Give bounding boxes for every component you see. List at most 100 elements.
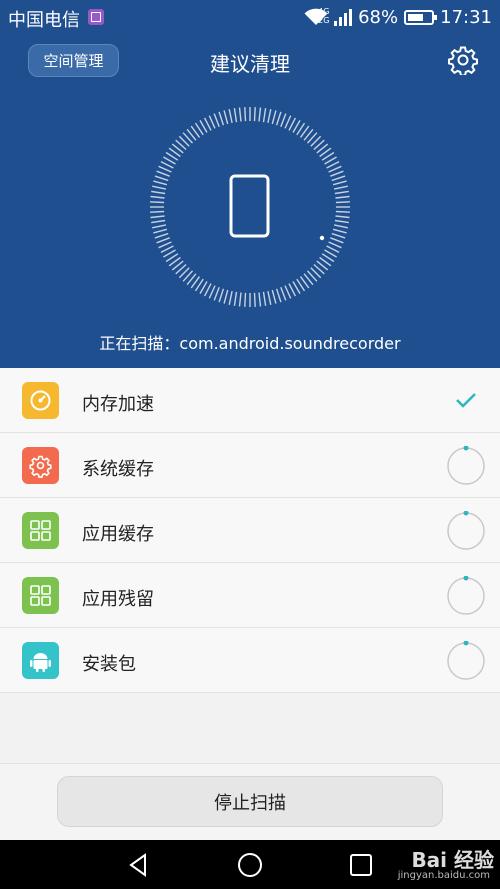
dial-tick [280, 287, 287, 301]
dial-tick [334, 219, 349, 224]
dial-tick [258, 292, 262, 307]
grid-icon [22, 512, 59, 549]
dial-tick [158, 165, 172, 173]
dial-tick [253, 292, 256, 307]
dial-tick [275, 111, 282, 126]
dial-tick [208, 285, 216, 299]
list-item-install-packages[interactable]: 安装包 [0, 628, 500, 693]
dial-tick [233, 291, 238, 306]
item-label: 应用残留 [82, 589, 154, 610]
dial-tick [262, 108, 267, 123]
notification-icon [88, 9, 104, 25]
dial-tick [218, 111, 225, 126]
dial-tick [153, 180, 168, 186]
dial-tick [334, 190, 349, 195]
list-item-memory-boost[interactable]: 内存加速 [0, 368, 500, 433]
page-title: 建议清理 [210, 52, 290, 76]
gear-icon[interactable] [448, 45, 478, 75]
dial-tick [156, 170, 170, 177]
dial-tick [326, 245, 340, 254]
dial-tick [203, 283, 212, 297]
dial-tick [284, 285, 292, 299]
dial-tick [326, 160, 340, 169]
dial-tick [152, 185, 167, 190]
dial-tick [288, 283, 297, 297]
dial-tick [328, 241, 342, 249]
dial-tick [244, 292, 247, 307]
scan-dial [150, 107, 350, 307]
scan-progress-dot [319, 235, 325, 241]
check-icon [456, 393, 476, 408]
dial-tick [233, 108, 238, 123]
dial-tick [333, 224, 348, 229]
dial-tick [253, 107, 256, 122]
dial-tick [271, 289, 277, 304]
dial-tick [333, 185, 348, 190]
gear-icon [22, 447, 59, 484]
list-item-app-cache[interactable]: 应用缓存 [0, 498, 500, 563]
loading-spinner [447, 446, 485, 485]
item-label: 系统缓存 [82, 459, 154, 480]
baidu-watermark: Bai 经验 [411, 848, 494, 872]
loading-spinner [447, 641, 485, 680]
dial-tick [280, 113, 287, 127]
battery-percent: 68% [358, 6, 399, 28]
signal-icon: 4G 2G [318, 7, 353, 26]
phone-icon [229, 174, 270, 238]
dial-tick [150, 195, 165, 199]
dial-tick [213, 113, 220, 127]
clock: 17:31 [440, 6, 492, 28]
loading-spinner [447, 511, 485, 550]
scan-status-text: 正在扫描：com.android.soundrecorder [99, 334, 401, 353]
home-icon[interactable] [237, 852, 263, 878]
grid-icon [22, 577, 59, 614]
dial-tick [154, 232, 169, 239]
dial-tick [238, 292, 242, 307]
android-icon [22, 642, 59, 679]
dial-tick [150, 201, 165, 204]
dial-tick [223, 110, 229, 125]
dial-tick [271, 110, 277, 125]
loading-spinner [447, 576, 485, 615]
dial-tick [228, 290, 233, 305]
list-item-app-residue[interactable]: 应用残留 [0, 563, 500, 628]
dial-tick [332, 180, 347, 186]
dial-tick [335, 215, 350, 219]
dial-tick [228, 109, 233, 124]
dial-tick [203, 117, 212, 131]
dial-tick [332, 228, 347, 234]
stop-scan-button[interactable]: 停止扫描 [57, 776, 443, 827]
dial-tick [275, 288, 282, 303]
dial-tick [154, 175, 169, 182]
dial-tick [158, 241, 172, 249]
recents-icon[interactable] [348, 852, 374, 878]
dial-tick [150, 215, 165, 219]
dial-tick [218, 288, 225, 303]
dial-tick [335, 195, 350, 199]
list-item-system-cache[interactable]: 系统缓存 [0, 433, 500, 498]
dial-tick [156, 237, 170, 244]
dial-tick [223, 289, 229, 304]
navigation-bar: Bai 经验 jingyan.baidu.com [0, 840, 500, 889]
battery-icon [404, 9, 438, 25]
item-label: 内存加速 [82, 394, 154, 415]
dial-tick [328, 165, 342, 173]
dial-tick [335, 210, 350, 213]
footer: 停止扫描 [0, 763, 500, 840]
cleanup-list: 内存加速 系统缓存 应用缓存 应用残留 安装包 [0, 368, 500, 693]
dial-tick [330, 170, 344, 177]
dial-tick [288, 117, 297, 131]
dial-tick [267, 109, 272, 124]
dial-tick [208, 115, 216, 129]
dial-tick [335, 201, 350, 204]
dial-tick [262, 291, 267, 306]
dial-tick [331, 175, 346, 182]
header-panel: 中国电信 4G 2G 68% 17:31 空间管理 建议清理 正在扫描：com.a… [0, 0, 500, 368]
dial-tick [267, 290, 272, 305]
dial-tick [160, 245, 174, 254]
dial-tick [153, 228, 168, 234]
back-icon[interactable] [126, 852, 152, 878]
dial-tick [160, 160, 174, 169]
dial-tick [238, 107, 242, 122]
status-bar: 中国电信 4G 2G 68% 17:31 [0, 0, 500, 34]
